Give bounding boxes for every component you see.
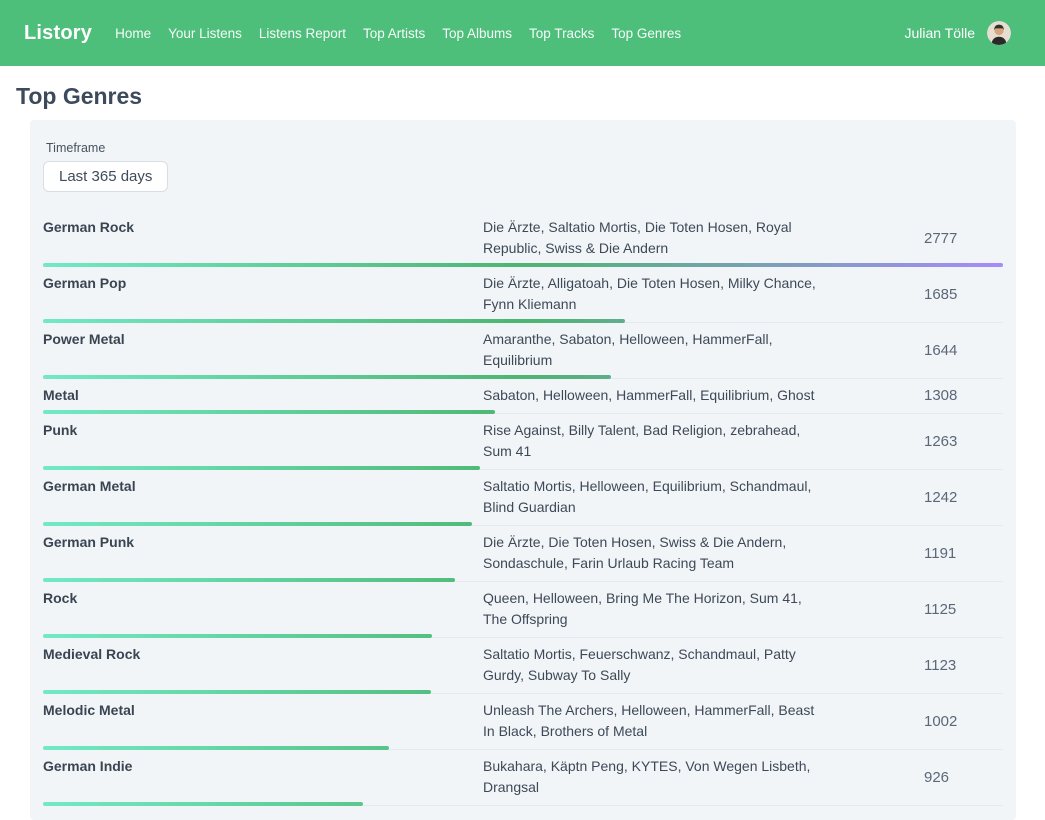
genre-count: 1685 xyxy=(924,286,1003,303)
genre-artists: Queen, Helloween, Bring Me The Horizon, … xyxy=(483,588,823,630)
genre-name: German Metal xyxy=(43,476,483,518)
nav-item-top-artists[interactable]: Top Artists xyxy=(363,26,425,41)
genre-bar-fill xyxy=(43,802,363,806)
table-row: Melodic Metal Unleash The Archers, Hello… xyxy=(43,694,1003,750)
genre-artists: Saltatio Mortis, Helloween, Equilibrium,… xyxy=(483,476,823,518)
genre-artists: Die Ärzte, Saltatio Mortis, Die Toten Ho… xyxy=(483,217,823,259)
genre-name: Power Metal xyxy=(43,329,483,371)
genre-name: Melodic Metal xyxy=(43,700,483,742)
genre-name: German Punk xyxy=(43,532,483,574)
table-row: German Metal Saltatio Mortis, Helloween,… xyxy=(43,470,1003,526)
genre-count: 2777 xyxy=(924,230,1003,247)
table-row: German Rock Die Ärzte, Saltatio Mortis, … xyxy=(43,211,1003,267)
timeframe-label: Timeframe xyxy=(46,141,1003,155)
user-avatar-image xyxy=(987,21,1011,45)
nav-user-area: Julian Tölle xyxy=(904,21,1011,45)
genre-table: German Rock Die Ärzte, Saltatio Mortis, … xyxy=(43,211,1003,806)
top-navbar: Listory Home Your Listens Listens Report… xyxy=(0,0,1045,66)
table-row: Metal Sabaton, Helloween, HammerFall, Eq… xyxy=(43,379,1003,414)
genre-count: 1125 xyxy=(924,601,1003,618)
genre-count: 1308 xyxy=(924,387,1003,404)
genre-artists: Amaranthe, Sabaton, Helloween, HammerFal… xyxy=(483,329,823,371)
table-row: Medieval Rock Saltatio Mortis, Feuerschw… xyxy=(43,638,1003,694)
nav-links: Home Your Listens Listens Report Top Art… xyxy=(115,26,681,41)
nav-item-top-tracks[interactable]: Top Tracks xyxy=(529,26,594,41)
genre-count: 926 xyxy=(924,769,1003,786)
genre-artists: Rise Against, Billy Talent, Bad Religion… xyxy=(483,420,823,462)
page-title: Top Genres xyxy=(16,83,1045,110)
genre-name: Punk xyxy=(43,420,483,462)
user-name[interactable]: Julian Tölle xyxy=(904,25,975,41)
genre-name: Medieval Rock xyxy=(43,644,483,686)
nav-item-home[interactable]: Home xyxy=(115,26,151,41)
table-row: Power Metal Amaranthe, Sabaton, Hellowee… xyxy=(43,323,1003,379)
genre-artists: Bukahara, Käptn Peng, KYTES, Von Wegen L… xyxy=(483,756,823,798)
top-genres-card: Timeframe Last 365 days German Rock Die … xyxy=(30,120,1016,820)
nav-item-listens-report[interactable]: Listens Report xyxy=(259,26,346,41)
user-avatar[interactable] xyxy=(987,21,1011,45)
genre-count: 1263 xyxy=(924,433,1003,450)
genre-count: 1644 xyxy=(924,342,1003,359)
table-row: Rock Queen, Helloween, Bring Me The Hori… xyxy=(43,582,1003,638)
nav-item-top-albums[interactable]: Top Albums xyxy=(442,26,512,41)
genre-artists: Die Ärzte, Die Toten Hosen, Swiss & Die … xyxy=(483,532,823,574)
genre-count: 1191 xyxy=(924,545,1003,562)
genre-name: Metal xyxy=(43,385,483,406)
table-row: Punk Rise Against, Billy Talent, Bad Rel… xyxy=(43,414,1003,470)
genre-name: German Pop xyxy=(43,273,483,315)
genre-artists: Saltatio Mortis, Feuerschwanz, Schandmau… xyxy=(483,644,823,686)
genre-count: 1242 xyxy=(924,489,1003,506)
nav-item-top-genres[interactable]: Top Genres xyxy=(611,26,681,41)
genre-artists: Die Ärzte, Alligatoah, Die Toten Hosen, … xyxy=(483,273,823,315)
table-row: German Pop Die Ärzte, Alligatoah, Die To… xyxy=(43,267,1003,323)
genre-name: German Indie xyxy=(43,756,483,798)
genre-artists: Sabaton, Helloween, HammerFall, Equilibr… xyxy=(483,385,823,406)
timeframe-filter: Timeframe Last 365 days xyxy=(43,141,1003,192)
app-logo[interactable]: Listory xyxy=(24,22,92,45)
genre-count: 1123 xyxy=(924,657,1003,674)
timeframe-select[interactable]: Last 365 days xyxy=(43,161,168,192)
table-row: German Punk Die Ärzte, Die Toten Hosen, … xyxy=(43,526,1003,582)
genre-name: Rock xyxy=(43,588,483,630)
genre-artists: Unleash The Archers, Helloween, HammerFa… xyxy=(483,700,823,742)
table-row: German Indie Bukahara, Käptn Peng, KYTES… xyxy=(43,750,1003,806)
nav-item-your-listens[interactable]: Your Listens xyxy=(168,26,242,41)
genre-bar xyxy=(43,802,363,806)
genre-name: German Rock xyxy=(43,217,483,259)
genre-count: 1002 xyxy=(924,713,1003,730)
